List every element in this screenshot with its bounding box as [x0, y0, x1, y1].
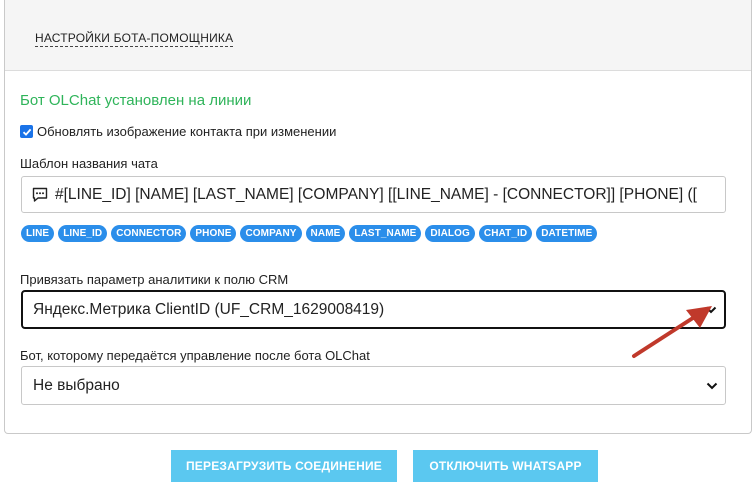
template-variable-tags: LINE LINE_ID CONNECTOR PHONE COMPANY NAM… — [21, 225, 598, 242]
update-avatar-label: Обновлять изображение контакта при измен… — [37, 124, 337, 139]
tag-dialog[interactable]: DIALOG — [425, 225, 475, 242]
tag-datetime[interactable]: DATETIME — [536, 225, 598, 242]
tag-line-id[interactable]: LINE_ID — [58, 225, 108, 242]
disconnect-whatsapp-button[interactable]: ОТКЛЮЧИТЬ WHATSAPP — [413, 450, 598, 482]
chat-template-input[interactable]: #[LINE_ID] [NAME] [LAST_NAME] [COMPANY] … — [21, 176, 726, 213]
tag-connector[interactable]: CONNECTOR — [111, 225, 187, 242]
tag-company[interactable]: COMPANY — [240, 225, 302, 242]
chevron-down-icon — [706, 382, 718, 389]
tag-name[interactable]: NAME — [305, 225, 346, 242]
chat-template-value: #[LINE_ID] [NAME] [LAST_NAME] [COMPANY] … — [55, 185, 697, 203]
chat-bubble-icon — [32, 187, 48, 202]
panel-header: НАСТРОЙКИ БОТА-ПОМОЩНИКА — [5, 0, 751, 71]
check-icon — [22, 128, 31, 136]
tag-last-name[interactable]: LAST_NAME — [349, 225, 422, 242]
analytics-field-select[interactable]: Яндекс.Метрика ClientID (UF_CRM_16290084… — [21, 290, 726, 329]
tag-phone[interactable]: PHONE — [190, 225, 237, 242]
update-avatar-checkbox[interactable] — [20, 125, 33, 138]
analytics-field-label: Привязать параметр аналитики к полю CRM — [20, 272, 289, 287]
red-arrow-annotation — [632, 306, 712, 358]
tag-chat-id[interactable]: CHAT_ID — [478, 225, 533, 242]
bot-status-text: Бот OLChat установлен на линии — [20, 92, 252, 109]
next-bot-select[interactable]: Не выбрано — [21, 366, 726, 405]
next-bot-label: Бот, которому передаётся управление посл… — [20, 348, 370, 363]
reload-connection-button[interactable]: ПЕРЕЗАГРУЗИТЬ СОЕДИНЕНИЕ — [171, 450, 397, 482]
analytics-field-value: Яндекс.Метрика ClientID (UF_CRM_16290084… — [33, 300, 385, 318]
panel-title[interactable]: НАСТРОЙКИ БОТА-ПОМОЩНИКА — [35, 31, 234, 47]
tag-line[interactable]: LINE — [21, 225, 55, 242]
chat-template-label: Шаблон названия чата — [20, 156, 158, 171]
next-bot-value: Не выбрано — [33, 376, 120, 394]
update-avatar-option[interactable]: Обновлять изображение контакта при измен… — [20, 124, 336, 139]
